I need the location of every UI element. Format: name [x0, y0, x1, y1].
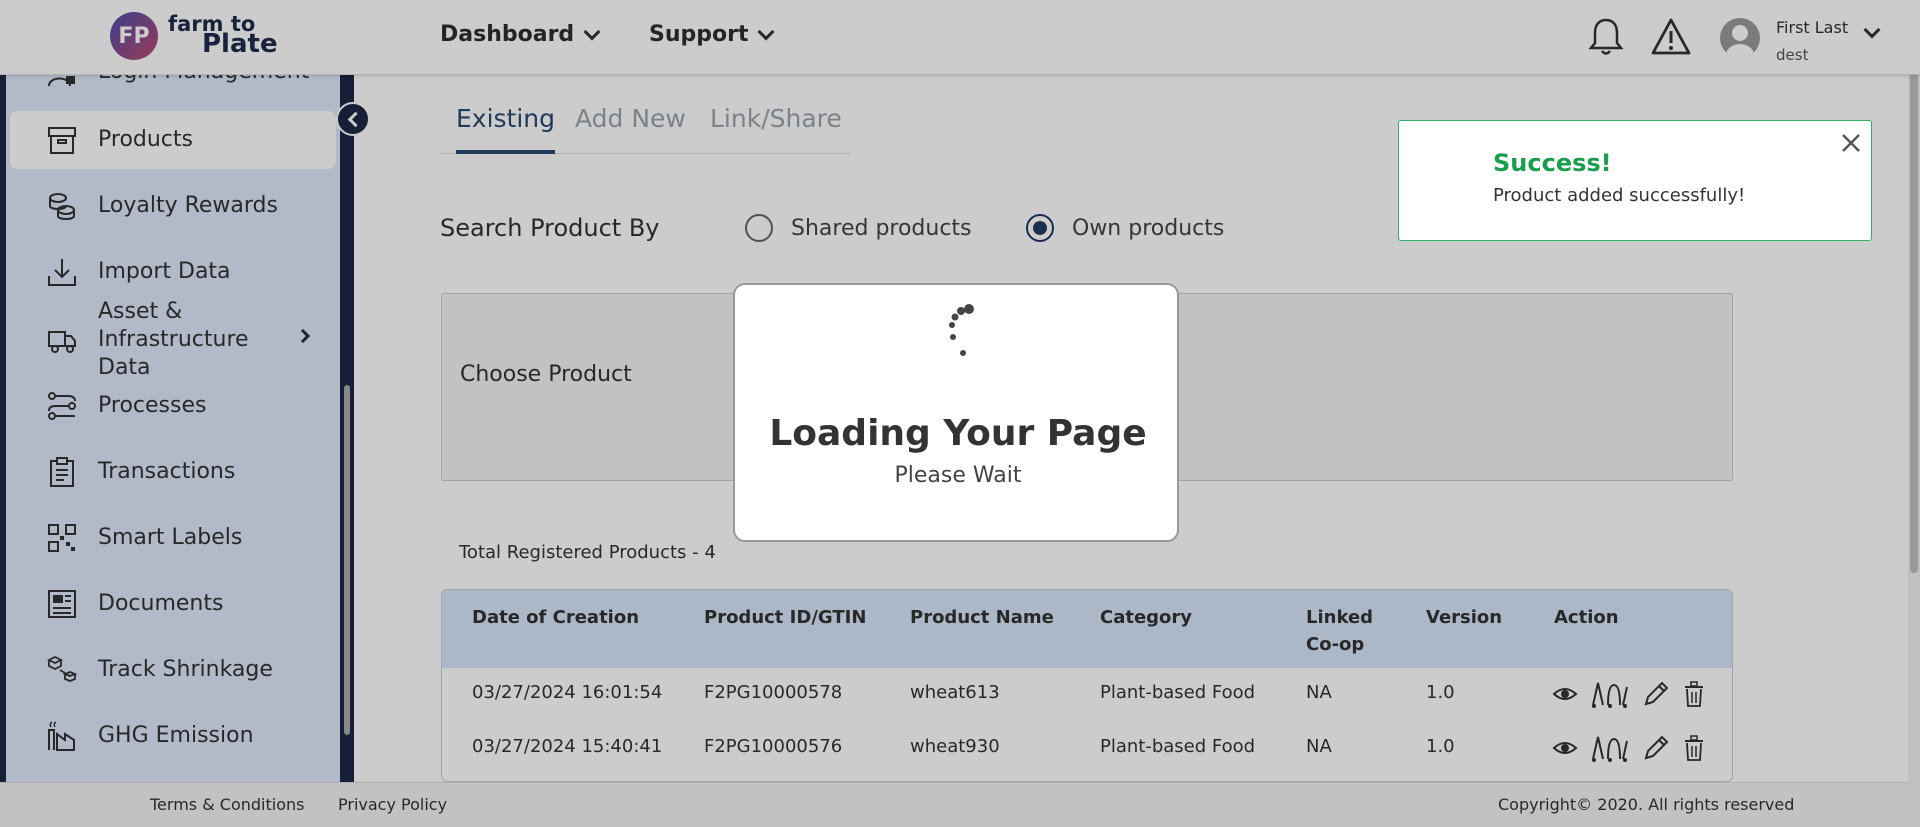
close-icon[interactable] — [1839, 131, 1863, 155]
loading-title: Loading Your Page — [769, 413, 1147, 454]
success-toast: Success! Product added successfully! — [1398, 120, 1872, 241]
loading-dialog: Loading Your Page Please Wait — [733, 283, 1179, 542]
loading-subtitle: Please Wait — [894, 463, 1022, 488]
toast-title: Success! — [1493, 149, 1612, 177]
spinner-icon — [949, 304, 974, 356]
toast-message: Product added successfully! — [1493, 185, 1746, 206]
